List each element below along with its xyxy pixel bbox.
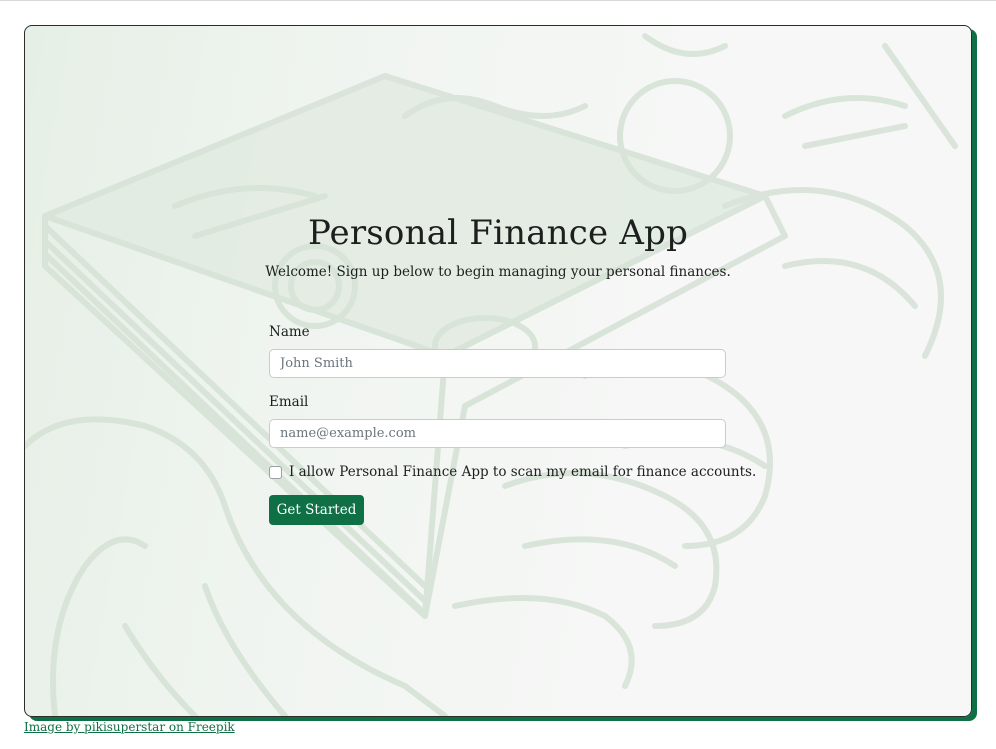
signup-card: Personal Finance App Welcome! Sign up be… bbox=[24, 25, 972, 717]
email-input[interactable] bbox=[269, 419, 726, 448]
name-label: Name bbox=[269, 324, 310, 340]
consent-row: I allow Personal Finance App to scan my … bbox=[269, 463, 756, 481]
top-divider bbox=[0, 0, 996, 1]
page-subtitle: Welcome! Sign up below to begin managing… bbox=[265, 264, 731, 280]
consent-label[interactable]: I allow Personal Finance App to scan my … bbox=[289, 464, 756, 480]
get-started-button[interactable]: Get Started bbox=[269, 495, 364, 525]
email-label: Email bbox=[269, 394, 309, 410]
consent-checkbox[interactable] bbox=[269, 465, 282, 479]
name-input[interactable] bbox=[269, 349, 726, 378]
signup-form-section: Personal Finance App Welcome! Sign up be… bbox=[25, 26, 971, 716]
page-title: Personal Finance App bbox=[307, 213, 689, 253]
image-credit-link[interactable]: Image by pikisuperstar on Freepik bbox=[24, 720, 235, 734]
